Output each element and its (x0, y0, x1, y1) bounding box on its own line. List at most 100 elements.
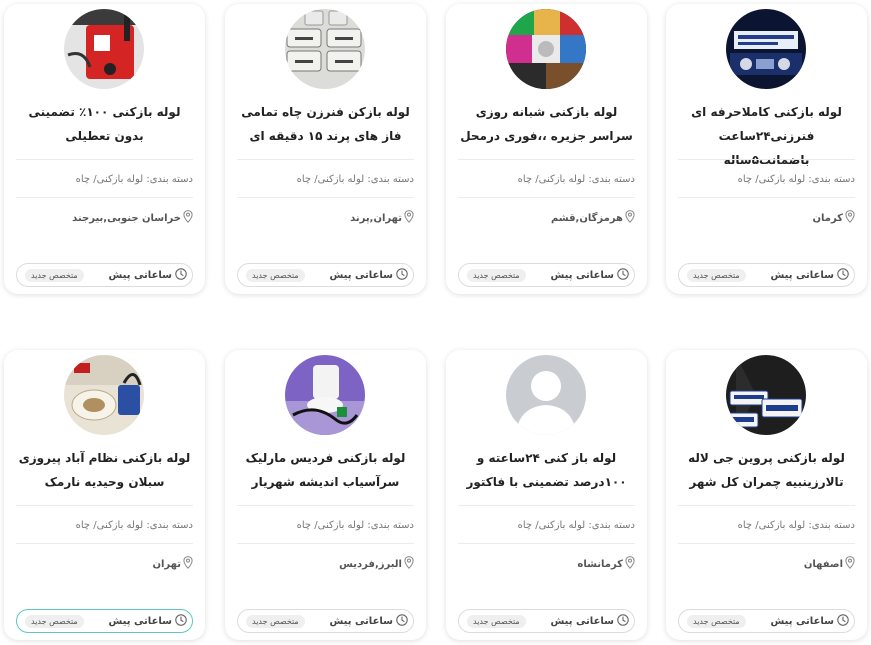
divider (458, 543, 635, 544)
expert-avatar[interactable] (506, 9, 586, 89)
card-time: ساعاتی پیش (770, 613, 849, 629)
expert-card[interactable]: لوله بازکن فنرزن چاه تمامی فاز های پرند … (225, 4, 426, 294)
location-text: تهران,پرند (350, 212, 402, 224)
time-text: ساعاتی پیش (770, 615, 834, 627)
card-location: کرمان (678, 210, 855, 226)
expert-card[interactable]: لوله بازکنی شبانه روزی سراسر جزیره ،،فور… (446, 4, 647, 294)
card-title[interactable]: لوله بازکن فنرزن چاه تمامی فاز های پرند … (235, 100, 416, 148)
card-title[interactable]: لوله بازکنی فردیس مارلیک سرآسیاب اندیشه … (235, 446, 416, 494)
divider (678, 197, 855, 198)
new-expert-badge: متخصص جدید (246, 614, 305, 628)
clock-icon (617, 613, 629, 629)
card-title[interactable]: لوله بازکنی کاملاحرفه ای فنرزنی۲۴ساعت با… (676, 100, 857, 172)
time-text: ساعاتی پیش (108, 269, 172, 281)
clock-icon (837, 267, 849, 283)
divider (16, 543, 193, 544)
location-text: البرز,فردیس (339, 558, 402, 570)
location-text: هرمزگان,قشم (550, 212, 623, 224)
divider (678, 543, 855, 544)
location-pin-icon (845, 556, 855, 572)
expert-card[interactable]: لوله بازکنی پروین جی لاله تالارزینبیه چم… (666, 350, 867, 640)
card-location: البرز,فردیس (237, 556, 414, 572)
location-text: اصفهان (803, 558, 843, 570)
expert-card[interactable]: لوله بازکنی فردیس مارلیک سرآسیاب اندیشه … (225, 350, 426, 640)
divider (16, 197, 193, 198)
card-location: خراسان جنوبی,بیرجند (16, 210, 193, 226)
clock-icon (617, 267, 629, 283)
location-pin-icon (845, 210, 855, 226)
new-expert-badge: متخصص جدید (246, 268, 305, 282)
divider (678, 505, 855, 506)
card-time: ساعاتی پیش (550, 267, 629, 283)
card-location: اصفهان (678, 556, 855, 572)
clock-icon (175, 267, 187, 283)
card-location: تهران,پرند (237, 210, 414, 226)
location-text: کرمان (812, 212, 843, 224)
card-title[interactable]: لوله بازکنی شبانه روزی سراسر جزیره ،،فور… (456, 100, 637, 148)
location-pin-icon (404, 556, 414, 572)
card-footer: ساعاتی پیش متخصص جدید (16, 609, 193, 633)
new-expert-badge: متخصص جدید (467, 614, 526, 628)
divider (237, 159, 414, 160)
divider (237, 543, 414, 544)
location-pin-icon (404, 210, 414, 226)
expert-avatar[interactable] (726, 355, 806, 435)
expert-card[interactable]: لوله بازکنی ۱۰۰٪ تضمینی بدون تعطیلی دسته … (4, 4, 205, 294)
expert-avatar[interactable] (285, 355, 365, 435)
location-pin-icon (625, 210, 635, 226)
divider (458, 159, 635, 160)
location-pin-icon (183, 210, 193, 226)
card-location: تهران (16, 556, 193, 572)
card-category: دسته بندی: لوله بازکنی/ چاه (296, 174, 414, 185)
card-category: دسته بندی: لوله بازکنی/ چاه (75, 174, 193, 185)
clock-icon (837, 613, 849, 629)
expert-avatar[interactable] (285, 9, 365, 89)
card-footer: ساعاتی پیش متخصص جدید (237, 263, 414, 287)
divider (458, 197, 635, 198)
expert-avatar[interactable] (64, 355, 144, 435)
expert-card[interactable]: لوله بازکنی نظام آباد پیروزی سبلان وحیدی… (4, 350, 205, 640)
card-time: ساعاتی پیش (329, 267, 408, 283)
divider (237, 197, 414, 198)
expert-cards-grid: لوله بازکنی کاملاحرفه ای فنرزنی۲۴ساعت با… (0, 0, 871, 645)
divider (678, 159, 855, 160)
card-time: ساعاتی پیش (770, 267, 849, 283)
time-text: ساعاتی پیش (108, 615, 172, 627)
divider (458, 505, 635, 506)
divider (16, 159, 193, 160)
expert-avatar[interactable] (726, 9, 806, 89)
new-expert-badge: متخصص جدید (25, 614, 84, 628)
card-title[interactable]: لوله بازکنی نظام آباد پیروزی سبلان وحیدی… (14, 446, 195, 494)
new-expert-badge: متخصص جدید (687, 614, 746, 628)
location-text: کرمانشاه (577, 558, 623, 570)
divider (16, 505, 193, 506)
time-text: ساعاتی پیش (770, 269, 834, 281)
expert-avatar[interactable] (506, 355, 586, 435)
card-footer: ساعاتی پیش متخصص جدید (237, 609, 414, 633)
expert-card[interactable]: لوله باز کنی ۲۴ساعته و ۱۰۰درصد تضمینی با… (446, 350, 647, 640)
new-expert-badge: متخصص جدید (467, 268, 526, 282)
divider (237, 505, 414, 506)
time-text: ساعاتی پیش (329, 269, 393, 281)
time-text: ساعاتی پیش (329, 615, 393, 627)
card-footer: ساعاتی پیش متخصص جدید (678, 609, 855, 633)
card-category: دسته بندی: لوله بازکنی/ چاه (75, 520, 193, 531)
card-footer: ساعاتی پیش متخصص جدید (678, 263, 855, 287)
card-location: کرمانشاه (458, 556, 635, 572)
card-title[interactable]: لوله بازکنی پروین جی لاله تالارزینبیه چم… (676, 446, 857, 494)
card-time: ساعاتی پیش (329, 613, 408, 629)
location-pin-icon (625, 556, 635, 572)
card-footer: ساعاتی پیش متخصص جدید (16, 263, 193, 287)
card-title[interactable]: لوله باز کنی ۲۴ساعته و ۱۰۰درصد تضمینی با… (456, 446, 637, 494)
card-footer: ساعاتی پیش متخصص جدید (458, 609, 635, 633)
expert-avatar[interactable] (64, 9, 144, 89)
clock-icon (396, 613, 408, 629)
clock-icon (396, 267, 408, 283)
new-expert-badge: متخصص جدید (25, 268, 84, 282)
expert-card[interactable]: لوله بازکنی کاملاحرفه ای فنرزنی۲۴ساعت با… (666, 4, 867, 294)
time-text: ساعاتی پیش (550, 269, 614, 281)
clock-icon (175, 613, 187, 629)
card-footer: ساعاتی پیش متخصص جدید (458, 263, 635, 287)
card-title[interactable]: لوله بازکنی ۱۰۰٪ تضمینی بدون تعطیلی (14, 100, 195, 148)
card-time: ساعاتی پیش (108, 267, 187, 283)
